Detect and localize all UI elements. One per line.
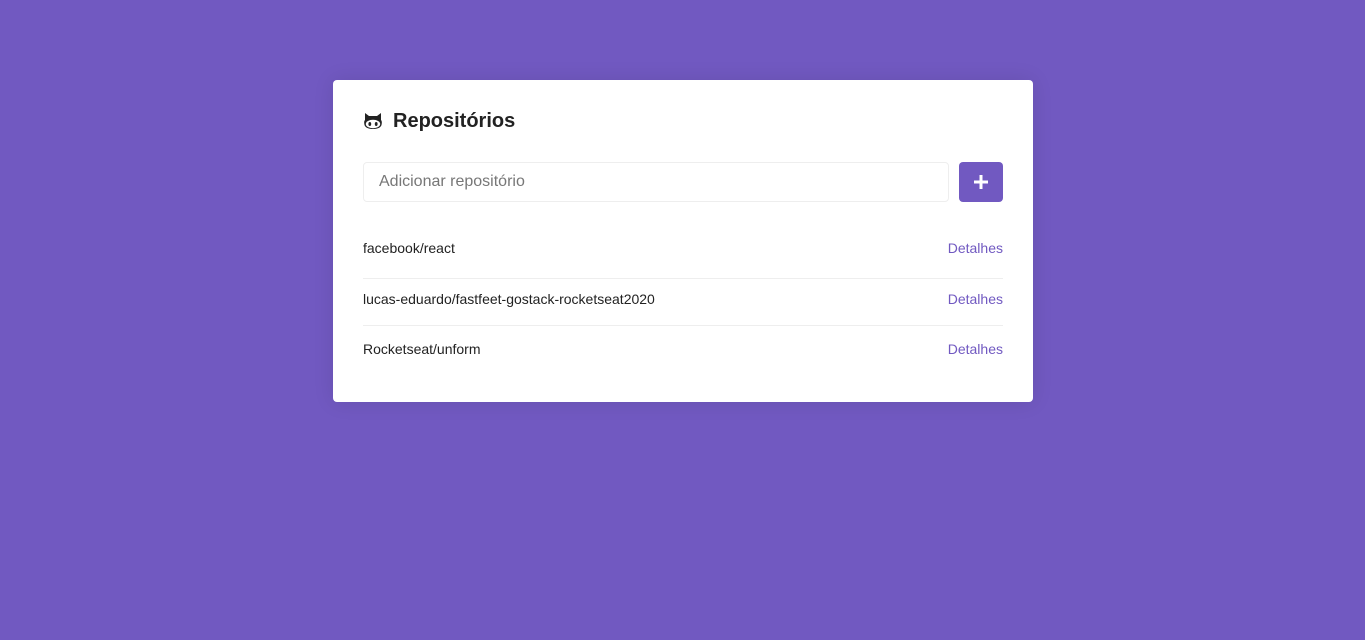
add-repository-form — [363, 162, 1003, 202]
details-link[interactable]: Detalhes — [948, 341, 1003, 357]
list-item: lucas-eduardo/fastfeet-gostack-rocketsea… — [363, 278, 1003, 325]
repository-input[interactable] — [363, 162, 949, 202]
page-header: Repositórios — [363, 110, 1003, 132]
list-item: facebook/react Detalhes — [363, 232, 1003, 278]
repositories-card: Repositórios facebook/react Detalhes luc… — [333, 80, 1033, 402]
repository-name: facebook/react — [363, 240, 455, 256]
repository-list: facebook/react Detalhes lucas-eduardo/fa… — [363, 232, 1003, 372]
github-icon — [363, 111, 383, 131]
details-link[interactable]: Detalhes — [948, 291, 1003, 307]
repository-name: Rocketseat/unform — [363, 341, 481, 357]
page-title: Repositórios — [393, 110, 516, 132]
list-item: Rocketseat/unform Detalhes — [363, 325, 1003, 372]
details-link[interactable]: Detalhes — [948, 240, 1003, 256]
add-repository-button[interactable] — [959, 162, 1003, 202]
repository-name: lucas-eduardo/fastfeet-gostack-rocketsea… — [363, 291, 655, 307]
plus-icon — [974, 175, 988, 189]
